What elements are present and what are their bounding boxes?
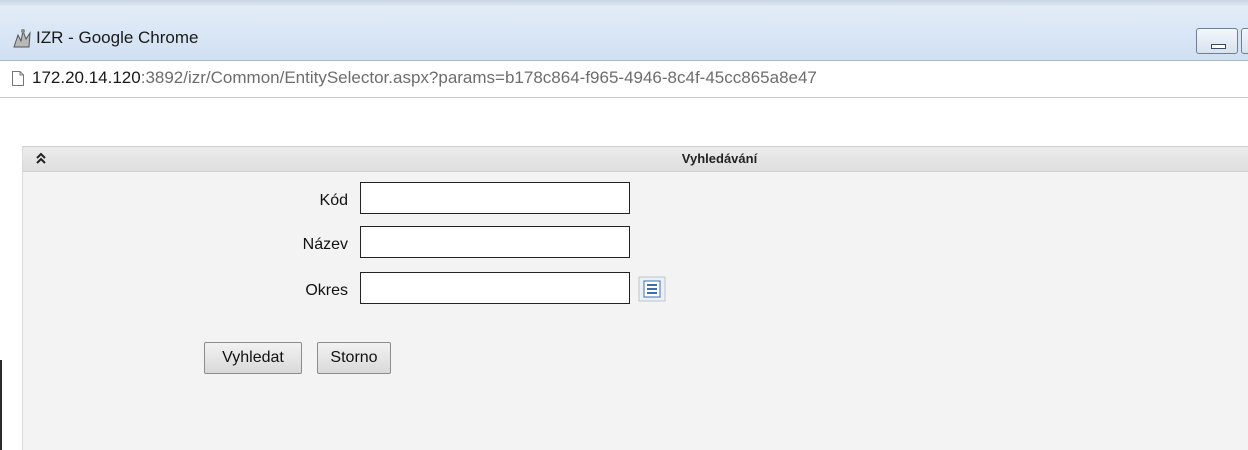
title-bar[interactable]: IZR - Google Chrome [0, 6, 1248, 60]
district-input[interactable] [360, 272, 630, 304]
name-input[interactable] [360, 226, 630, 258]
search-button[interactable]: Vyhledat [204, 342, 302, 374]
app-icon [13, 29, 31, 48]
url-path: :3892/izr/Common/EntitySelector.aspx?par… [140, 68, 817, 87]
page-content: Vyhledávání Kód Název Okres Vyhledat Sto… [0, 98, 1248, 450]
browser-window: IZR - Google Chrome 172.20.14.120:3892/i… [0, 0, 1248, 450]
code-input[interactable] [360, 182, 630, 214]
window-left-edge [0, 360, 2, 450]
maximize-button[interactable] [1241, 28, 1248, 54]
page-icon [12, 71, 24, 86]
cancel-button[interactable]: Storno [317, 342, 391, 374]
minimize-icon [1211, 44, 1226, 49]
name-label: Název [302, 236, 348, 253]
window-title: IZR - Google Chrome [36, 28, 199, 47]
url-host: 172.20.14.120 [32, 68, 141, 87]
code-label: Kód [319, 192, 348, 209]
panel-title: Vyhledávání [681, 151, 758, 166]
url-text[interactable]: 172.20.14.120:3892/izr/Common/EntitySele… [32, 68, 817, 88]
search-panel: Vyhledávání Kód Název Okres Vyhledat Sto… [22, 146, 1248, 450]
list-picker-icon[interactable] [638, 276, 666, 302]
search-panel-header[interactable]: Vyhledávání [23, 146, 1248, 172]
district-label: Okres [305, 282, 348, 299]
address-bar[interactable]: 172.20.14.120:3892/izr/Common/EntitySele… [0, 60, 1248, 98]
minimize-button[interactable] [1196, 28, 1238, 54]
